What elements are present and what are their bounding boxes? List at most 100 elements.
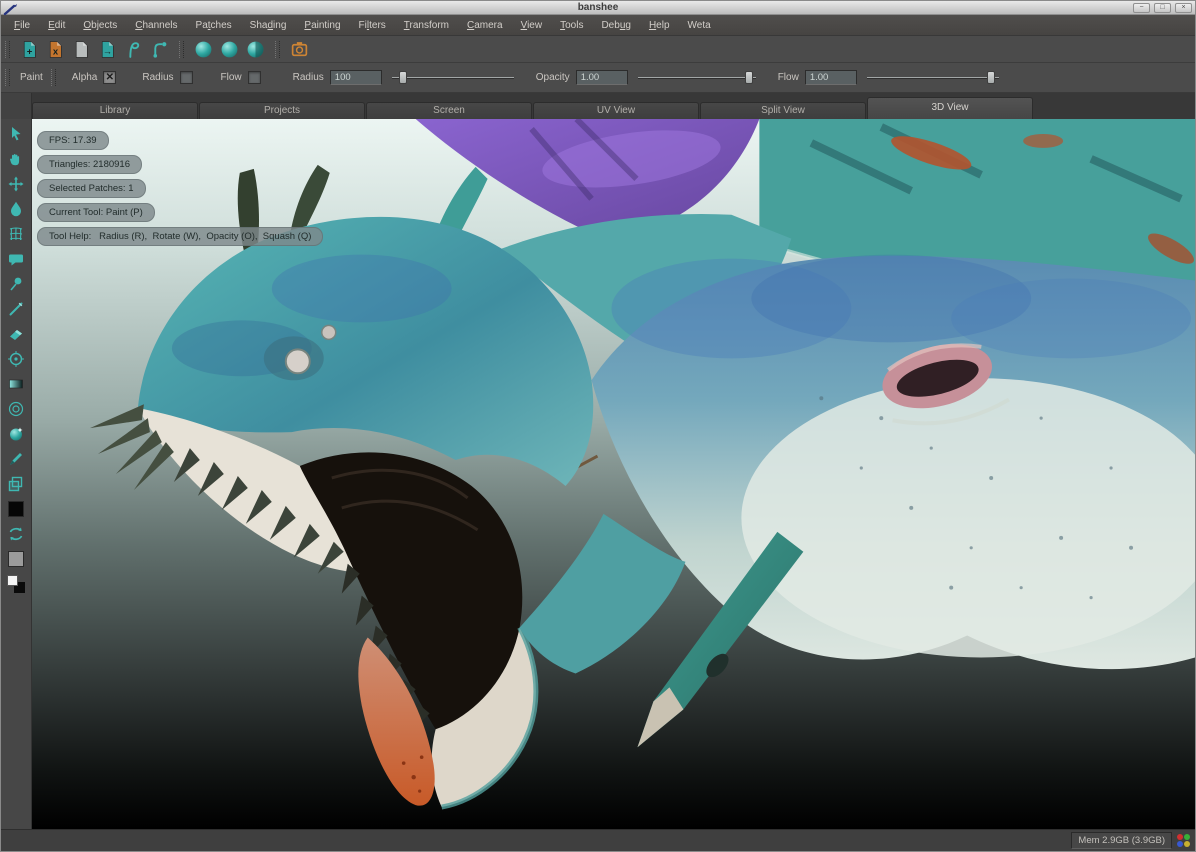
node-graph-icon[interactable] bbox=[150, 40, 169, 59]
hud-current-tool: Current Tool: Paint (P) bbox=[37, 203, 155, 222]
tab-3d-view[interactable]: 3D View bbox=[867, 97, 1033, 119]
menu-bar: FileEditObjectsChannelsPatchesShadingPai… bbox=[1, 15, 1195, 36]
gradient-fill-tool[interactable] bbox=[4, 372, 28, 396]
window-title: banshee bbox=[1, 1, 1195, 14]
opacity-slider[interactable] bbox=[638, 71, 756, 84]
minimize-button[interactable]: − bbox=[1133, 3, 1150, 13]
flow-link-label: Flow bbox=[221, 72, 242, 83]
opacity-slider-handle[interactable] bbox=[745, 71, 753, 84]
transform-move-tool[interactable] bbox=[4, 172, 28, 196]
radius-link-label: Radius bbox=[142, 72, 173, 83]
menu-debug[interactable]: Debug bbox=[592, 15, 639, 36]
radius-value-field[interactable]: 100 bbox=[330, 70, 382, 85]
tab-uv-view[interactable]: UV View bbox=[533, 102, 699, 119]
menu-help[interactable]: Help bbox=[640, 15, 679, 36]
menu-painting[interactable]: Painting bbox=[295, 15, 349, 36]
import-doc-icon[interactable]: → bbox=[98, 40, 117, 59]
view-tab-strip: LibraryProjectsScreenUV ViewSplit View3D… bbox=[1, 93, 1195, 119]
menu-tools[interactable]: Tools bbox=[551, 15, 592, 36]
hud-tool-help: Tool Help: Radius (R), Rotate (W), Opaci… bbox=[37, 227, 323, 246]
eraser-tool[interactable] bbox=[4, 322, 28, 346]
radial-falloff-tool[interactable] bbox=[4, 397, 28, 421]
radius-slider-handle[interactable] bbox=[399, 71, 407, 84]
flow-label: Flow bbox=[778, 72, 799, 83]
alpha-checkbox[interactable]: ✕ bbox=[103, 71, 116, 84]
active-tool-label: Paint bbox=[20, 72, 43, 83]
close-button[interactable]: × bbox=[1175, 3, 1192, 13]
screenshot-camera-icon[interactable] bbox=[290, 40, 309, 59]
toolbar-drag-handle[interactable] bbox=[179, 41, 184, 58]
flow-slider-handle[interactable] bbox=[987, 71, 995, 84]
copy-patch-tool[interactable] bbox=[4, 472, 28, 496]
hud-triangles: Triangles: 2180916 bbox=[37, 155, 142, 174]
pan-hand-tool[interactable] bbox=[4, 147, 28, 171]
color-usage-icon bbox=[1177, 834, 1190, 847]
svg-text:→: → bbox=[103, 46, 113, 57]
tab-strip-filler bbox=[1034, 93, 1195, 119]
maximize-button[interactable]: □ bbox=[1154, 3, 1171, 13]
tab-strip-ledge bbox=[1, 93, 32, 119]
status-bar: Mem 2.9GB (3.9GB) bbox=[1, 829, 1195, 851]
viewport-hud: FPS: 17.39Triangles: 2180916Selected Pat… bbox=[37, 131, 323, 251]
warp-grid-tool[interactable] bbox=[4, 222, 28, 246]
memory-indicator: Mem 2.9GB (3.9GB) bbox=[1071, 832, 1172, 849]
window-controls: − □ × bbox=[1133, 3, 1195, 13]
toolbar-drag-handle[interactable] bbox=[275, 41, 280, 58]
menu-view[interactable]: View bbox=[512, 15, 552, 36]
menu-edit[interactable]: Edit bbox=[39, 15, 74, 36]
viewport-3d[interactable]: FPS: 17.39Triangles: 2180916Selected Pat… bbox=[32, 119, 1195, 829]
menu-patches[interactable]: Patches bbox=[187, 15, 241, 36]
menu-weta[interactable]: Weta bbox=[679, 15, 720, 36]
blur-droplet-tool[interactable] bbox=[4, 197, 28, 221]
clone-stamp-tool[interactable] bbox=[4, 347, 28, 371]
menu-objects[interactable]: Objects bbox=[74, 15, 126, 36]
select-arrow-tool[interactable] bbox=[4, 122, 28, 146]
blank-doc-icon[interactable] bbox=[72, 40, 91, 59]
menu-transform[interactable]: Transform bbox=[395, 15, 458, 36]
curve-p-icon[interactable] bbox=[124, 40, 143, 59]
toolbar-drag-handle[interactable] bbox=[5, 41, 10, 58]
titlebar[interactable]: banshee − □ × bbox=[1, 1, 1195, 15]
shader-sphere-textured-icon[interactable] bbox=[246, 40, 265, 59]
svg-text:x: x bbox=[53, 46, 59, 57]
menu-file[interactable]: File bbox=[5, 15, 39, 36]
tab-projects[interactable]: Projects bbox=[199, 102, 365, 119]
paint-options-bar: Paint Alpha ✕ Radius Flow Radius 100 Opa… bbox=[1, 63, 1195, 93]
opacity-label: Opacity bbox=[536, 72, 570, 83]
shader-sphere-flat-icon[interactable] bbox=[194, 40, 213, 59]
background-color-swatch[interactable] bbox=[4, 547, 28, 571]
tool-palette bbox=[1, 119, 32, 829]
toolbar-drag-handle[interactable] bbox=[5, 69, 10, 86]
flow-slider[interactable] bbox=[867, 71, 999, 84]
flow-checkbox[interactable] bbox=[248, 71, 261, 84]
alpha-label: Alpha bbox=[72, 72, 98, 83]
opacity-value-field[interactable]: 1.00 bbox=[576, 70, 628, 85]
menu-shading[interactable]: Shading bbox=[241, 15, 296, 36]
hud-fps: FPS: 17.39 bbox=[37, 131, 109, 150]
app-window: banshee − □ × FileEditObjectsChannelsPat… bbox=[0, 0, 1196, 852]
menu-channels[interactable]: Channels bbox=[126, 15, 186, 36]
tab-library[interactable]: Library bbox=[32, 102, 198, 119]
pin-tool[interactable] bbox=[4, 272, 28, 296]
tab-split-view[interactable]: Split View bbox=[700, 102, 866, 119]
main-toolbar: + x → bbox=[1, 36, 1195, 63]
flow-value-field[interactable]: 1.00 bbox=[805, 70, 857, 85]
shader-sphere-lit-icon[interactable] bbox=[220, 40, 239, 59]
radius-label: Radius bbox=[293, 72, 324, 83]
radius-checkbox[interactable] bbox=[180, 71, 193, 84]
slice-line-tool[interactable] bbox=[4, 297, 28, 321]
paint-brush-tool[interactable] bbox=[4, 447, 28, 471]
foreground-color-swatch[interactable] bbox=[4, 497, 28, 521]
paint-through-tool[interactable] bbox=[4, 247, 28, 271]
environment-sphere-tool[interactable] bbox=[4, 422, 28, 446]
toolbar-drag-handle[interactable] bbox=[51, 69, 56, 86]
reset-colors-swatch[interactable] bbox=[4, 572, 28, 596]
swap-colors-tool[interactable] bbox=[4, 522, 28, 546]
close-project-icon[interactable]: x bbox=[46, 40, 65, 59]
menu-filters[interactable]: Filters bbox=[350, 15, 395, 36]
tab-screen[interactable]: Screen bbox=[366, 102, 532, 119]
svg-text:+: + bbox=[27, 46, 33, 57]
radius-slider[interactable] bbox=[392, 71, 514, 84]
new-project-icon[interactable]: + bbox=[20, 40, 39, 59]
menu-camera[interactable]: Camera bbox=[458, 15, 512, 36]
